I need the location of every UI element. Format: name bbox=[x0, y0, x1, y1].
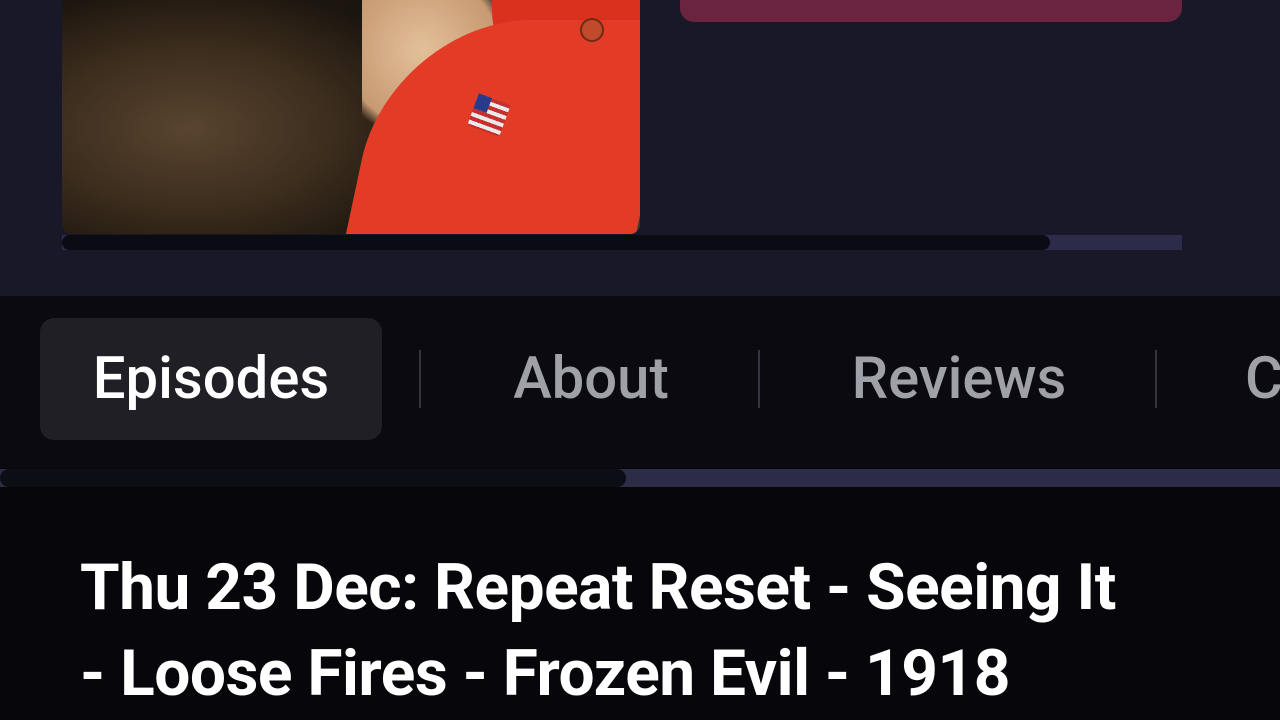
episode-title[interactable]: Thu 23 Dec: Repeat Reset - Seeing It - L… bbox=[80, 545, 1230, 717]
tabs-scrollbar[interactable] bbox=[0, 469, 1280, 487]
tab-about[interactable]: About bbox=[480, 318, 702, 440]
tabs-scrollbar-thumb[interactable] bbox=[0, 469, 626, 487]
tab-bar: Episodes About Reviews C bbox=[0, 296, 1280, 468]
tab-partial[interactable]: C bbox=[1215, 318, 1280, 440]
header-scrollbar-thumb[interactable] bbox=[62, 235, 1050, 250]
tab-divider bbox=[419, 350, 421, 408]
tab-divider bbox=[758, 350, 760, 408]
episode-title-line-2: - Loose Fires - Frozen Evil - 1918 bbox=[80, 636, 1010, 711]
tab-reviews[interactable]: Reviews bbox=[820, 318, 1098, 440]
tab-partial-label: C bbox=[1245, 345, 1280, 413]
header-scrollbar[interactable] bbox=[62, 235, 1182, 250]
tab-divider bbox=[1155, 350, 1157, 408]
tab-episodes[interactable]: Episodes bbox=[40, 318, 382, 440]
podcast-header bbox=[0, 0, 1280, 296]
button-pin-icon bbox=[582, 20, 602, 40]
episode-title-line-1: Thu 23 Dec: Repeat Reset - Seeing It bbox=[80, 550, 1116, 625]
podcast-cover-image[interactable] bbox=[62, 0, 640, 234]
primary-action-button[interactable] bbox=[680, 0, 1182, 22]
